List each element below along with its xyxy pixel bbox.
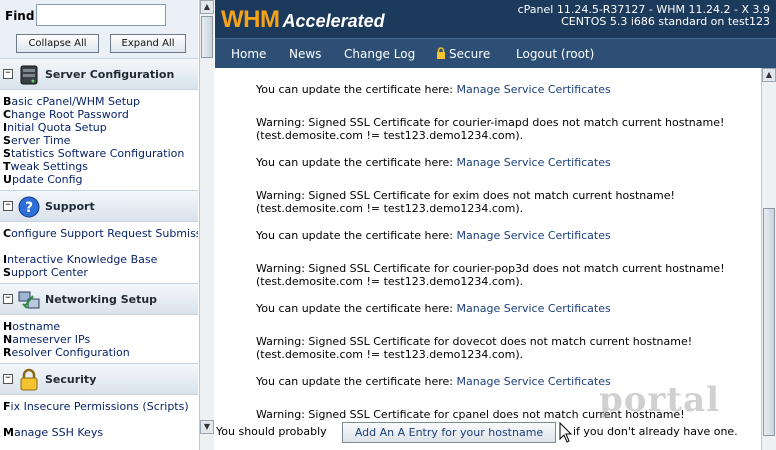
scroll-up-icon[interactable]: ▲ bbox=[200, 0, 214, 14]
sidebar-link-update-config[interactable]: Update Config bbox=[3, 173, 198, 186]
sidebar-link-statistics-software[interactable]: Statistics Software Configuration bbox=[3, 147, 198, 160]
suggestion-prefix: You should probably bbox=[216, 425, 327, 438]
svg-text:?: ? bbox=[25, 200, 33, 216]
server-icon bbox=[20, 65, 38, 85]
sidebar-scrollbar[interactable]: ▲ ▼ bbox=[199, 0, 214, 450]
sidebar-link-initial-quota-setup[interactable]: Initial Quota Setup bbox=[3, 121, 198, 134]
section-header-security[interactable]: − Security bbox=[0, 363, 198, 395]
os-line: CENTOS 5.3 i686 standard on test123 bbox=[561, 15, 770, 28]
server-configuration-links: Basic cPanel/WHM Setup Change Root Passw… bbox=[3, 95, 198, 186]
networking-links: Hostname Nameserver IPs Resolver Configu… bbox=[3, 320, 198, 359]
network-icon bbox=[18, 291, 40, 309]
nav-home[interactable]: Home bbox=[231, 47, 266, 61]
whm-logo: WHM Accelerated bbox=[221, 6, 385, 33]
scroll-down-icon[interactable]: ▼ bbox=[200, 420, 214, 434]
collapse-toggle-icon[interactable]: − bbox=[3, 69, 13, 79]
content-scrollbar[interactable]: ▲ bbox=[761, 68, 776, 450]
update-line: You can update the certificate here: Man… bbox=[256, 83, 611, 96]
section-title: Server Configuration bbox=[45, 68, 175, 81]
nav-change-log[interactable]: Change Log bbox=[344, 47, 415, 61]
sidebar-link-hostname[interactable]: Hostname bbox=[3, 320, 198, 333]
sidebar-link-configure-support-request[interactable]: Configure Support Request Submissions bbox=[3, 227, 198, 240]
lock-icon bbox=[20, 368, 38, 391]
section-header-server-configuration[interactable]: − Server Configuration bbox=[0, 58, 198, 90]
sidebar: Find Collapse All Expand All − Server Co… bbox=[0, 0, 198, 450]
sidebar-link-tweak-settings[interactable]: Tweak Settings bbox=[3, 160, 198, 173]
section-title: Security bbox=[45, 373, 97, 386]
sidebar-link-nameserver-ips[interactable]: Nameserver IPs bbox=[3, 333, 198, 346]
host-mismatch-line: (test.demosite.com != test123.demo1234.c… bbox=[256, 348, 524, 361]
warning-line: Warning: Signed SSL Certificate for dove… bbox=[256, 335, 693, 348]
sidebar-link-server-time[interactable]: Server Time bbox=[3, 134, 198, 147]
manage-certificates-link[interactable]: Manage Service Certificates bbox=[457, 83, 611, 96]
manage-certificates-link[interactable]: Manage Service Certificates bbox=[457, 156, 611, 169]
update-line: You can update the certificate here: Man… bbox=[256, 302, 611, 315]
collapse-toggle-icon[interactable]: − bbox=[3, 374, 13, 384]
collapse-toggle-icon[interactable]: − bbox=[3, 201, 13, 211]
mouse-cursor-icon bbox=[559, 422, 573, 443]
nav-secure[interactable]: Secure bbox=[436, 47, 490, 61]
help-icon: ? bbox=[18, 196, 40, 218]
watermark-logo: portal bbox=[599, 380, 721, 420]
content-area: (test.demosite.com != test123.demo1234.c… bbox=[215, 68, 761, 420]
main-frame: WHM Accelerated cPanel 11.24.5-R37127 - … bbox=[200, 0, 776, 450]
update-line: You can update the certificate here: Man… bbox=[256, 229, 611, 242]
warning-line: Warning: Signed SSL Certificate for exim… bbox=[256, 189, 675, 202]
section-title: Support bbox=[45, 200, 95, 213]
collapse-toggle-icon[interactable]: − bbox=[3, 294, 13, 304]
header: WHM Accelerated cPanel 11.24.5-R37127 - … bbox=[215, 0, 776, 38]
host-mismatch-line: (test.demosite.com != test123.demo1234.c… bbox=[256, 129, 524, 142]
sidebar-link-support-center[interactable]: Support Center bbox=[3, 266, 198, 279]
sidebar-link-fix-insecure-permissions[interactable]: Fix Insecure Permissions (Scripts) bbox=[3, 400, 198, 413]
nav-bar: Home News Change Log Secure Logout (root… bbox=[215, 38, 776, 68]
left-frame: Find Collapse All Expand All − Server Co… bbox=[0, 0, 214, 450]
sidebar-link-manage-ssh-keys[interactable]: Manage SSH Keys bbox=[3, 426, 198, 439]
warning-list: (test.demosite.com != test123.demo1234.c… bbox=[256, 68, 756, 420]
scroll-thumb[interactable] bbox=[763, 208, 775, 436]
security-links: Fix Insecure Permissions (Scripts) Manag… bbox=[3, 400, 198, 439]
manage-certificates-link[interactable]: Manage Service Certificates bbox=[457, 375, 611, 388]
lock-icon bbox=[437, 47, 445, 59]
find-area: Find Collapse All Expand All bbox=[0, 0, 198, 60]
scroll-up-icon[interactable]: ▲ bbox=[762, 68, 776, 82]
version-info: cPanel 11.24.5-R37127 - WHM 11.24.2 - X … bbox=[518, 4, 770, 28]
sidebar-link-resolver-configuration[interactable]: Resolver Configuration bbox=[3, 346, 198, 359]
nav-news[interactable]: News bbox=[289, 47, 321, 61]
warning-line: Warning: Signed SSL Certificate for cour… bbox=[256, 262, 725, 275]
nav-logout[interactable]: Logout (root) bbox=[516, 47, 594, 61]
host-mismatch-line: (test.demosite.com != test123.demo1234.c… bbox=[256, 202, 524, 215]
collapse-all-button[interactable]: Collapse All bbox=[16, 34, 99, 53]
expand-all-button[interactable]: Expand All bbox=[110, 34, 186, 53]
manage-certificates-link[interactable]: Manage Service Certificates bbox=[457, 229, 611, 242]
sidebar-link-knowledge-base[interactable]: Interactive Knowledge Base bbox=[3, 253, 198, 266]
find-input[interactable] bbox=[36, 4, 166, 26]
find-label: Find bbox=[5, 9, 35, 23]
support-links: Configure Support Request Submissions In… bbox=[3, 227, 198, 279]
host-mismatch-line: (test.demosite.com != test123.demo1234.c… bbox=[256, 275, 524, 288]
scroll-thumb[interactable] bbox=[201, 16, 213, 58]
update-line: You can update the certificate here: Man… bbox=[256, 156, 611, 169]
section-header-support[interactable]: − ? Support bbox=[0, 190, 198, 222]
sidebar-link-basic-setup[interactable]: Basic cPanel/WHM Setup bbox=[3, 95, 198, 108]
add-a-entry-button[interactable]: Add An A Entry for your hostname bbox=[342, 422, 556, 443]
section-title: Networking Setup bbox=[45, 293, 158, 306]
warning-line: Warning: Signed SSL Certificate for cour… bbox=[256, 116, 725, 129]
sidebar-link-change-root-password[interactable]: Change Root Password bbox=[3, 108, 198, 121]
manage-certificates-link[interactable]: Manage Service Certificates bbox=[457, 302, 611, 315]
section-header-networking-setup[interactable]: − Networking Setup bbox=[0, 283, 198, 315]
